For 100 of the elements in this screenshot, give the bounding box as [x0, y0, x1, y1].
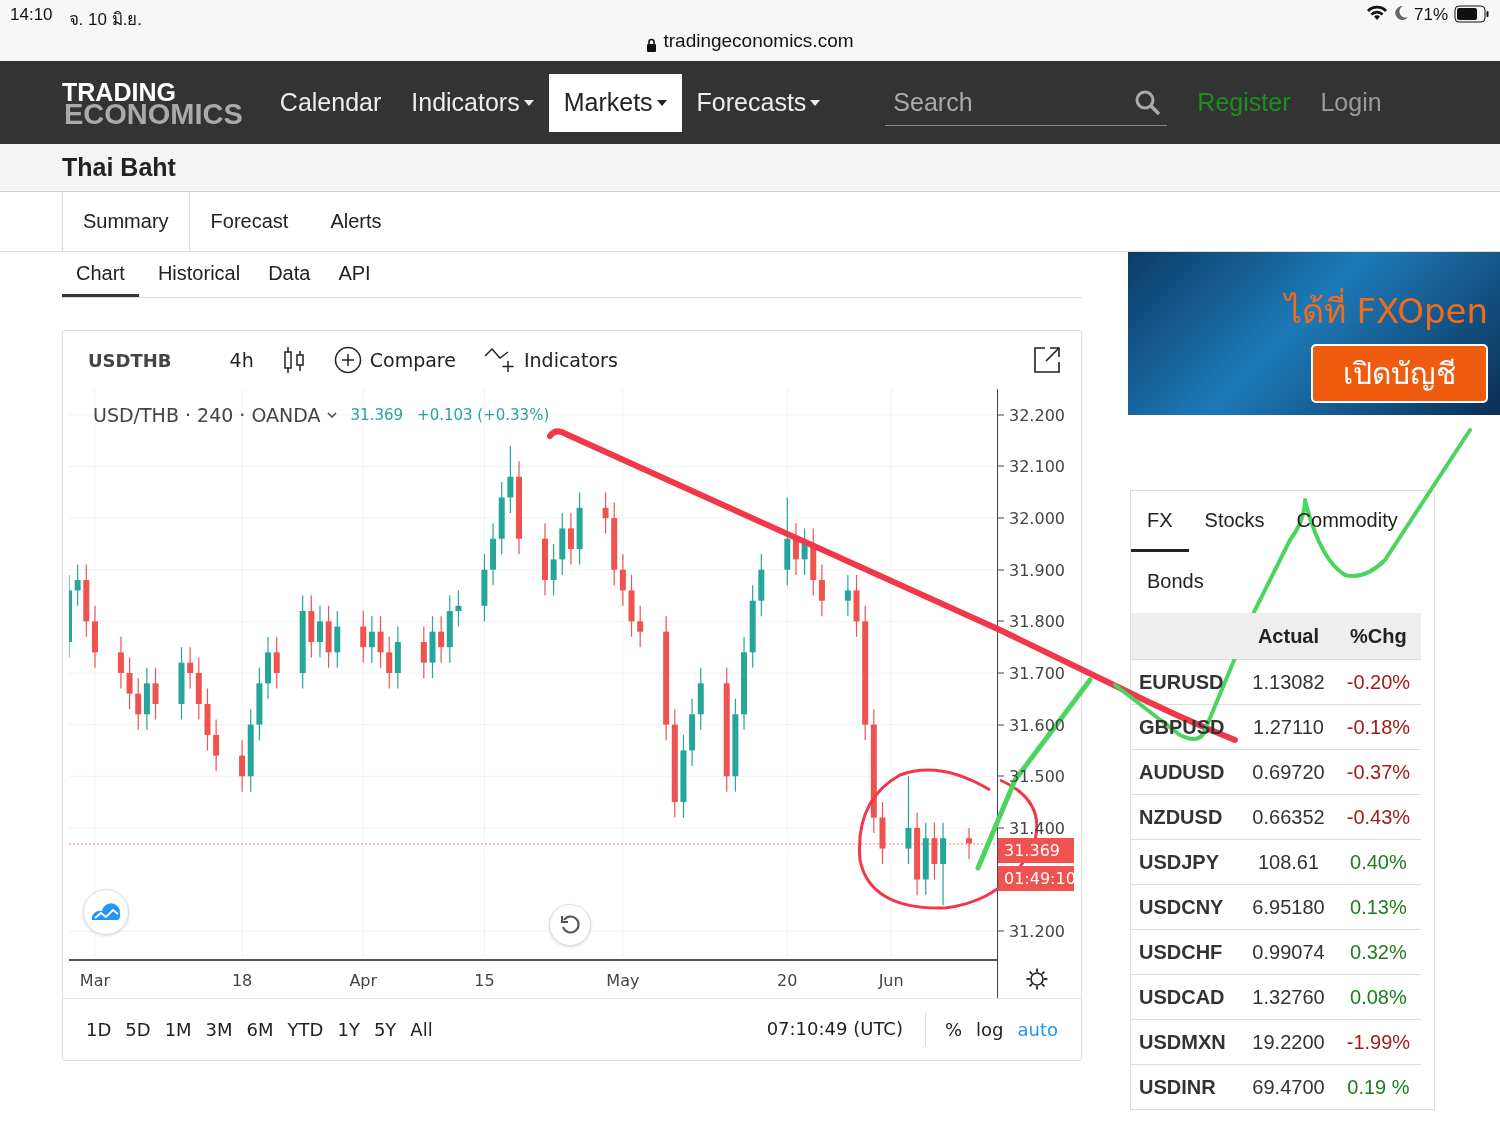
candle: [455, 589, 462, 628]
market-tab[interactable]: Bonds: [1131, 552, 1220, 613]
time-axis-label: Jun: [878, 971, 904, 990]
candle: [420, 625, 427, 679]
candle: [334, 610, 341, 669]
pair-cell[interactable]: USDINR: [1131, 1064, 1242, 1109]
range-button[interactable]: 1D: [79, 1018, 119, 1040]
sub-tab[interactable]: Data: [254, 252, 325, 297]
fullscreen-icon[interactable]: [1033, 346, 1061, 374]
change-cell: -0.37%: [1335, 749, 1421, 795]
indicators-button[interactable]: Indicators: [469, 347, 632, 373]
candle: [758, 553, 765, 617]
price-cell: 1.27110: [1241, 704, 1336, 750]
pair-cell[interactable]: EURUSD: [1131, 659, 1242, 705]
time-axis-label: 20: [777, 971, 798, 990]
nav-menu-item[interactable]: Forecasts: [681, 73, 836, 132]
candle: [117, 636, 124, 690]
sub-tab[interactable]: Chart: [62, 252, 139, 297]
candle: [204, 687, 211, 752]
candle: [879, 801, 886, 865]
search-field[interactable]: Search: [885, 79, 1168, 126]
price-cell: 0.66352: [1241, 794, 1336, 840]
status-date: จ. 10 มิ.ย.: [68, 9, 143, 31]
login-link[interactable]: Login: [1320, 88, 1382, 117]
reset-button[interactable]: [549, 904, 591, 946]
compare-button[interactable]: Compare: [319, 346, 470, 374]
pair-cell[interactable]: USDCHF: [1131, 929, 1242, 975]
candle: [429, 615, 436, 679]
price-cell: 0.99074: [1241, 929, 1336, 975]
pair-cell[interactable]: USDCNY: [1131, 884, 1242, 930]
range-button[interactable]: All: [403, 1018, 440, 1040]
time-axis-label: Apr: [349, 971, 378, 990]
pair-cell[interactable]: USDMXN: [1131, 1019, 1242, 1065]
nav-menu-item[interactable]: Indicators: [396, 73, 549, 132]
pair-cell[interactable]: USDJPY: [1131, 839, 1242, 885]
pair-cell[interactable]: USDCAD: [1131, 974, 1242, 1020]
site-logo[interactable]: TRADING ECONOMICS: [62, 80, 243, 125]
candle: [550, 543, 557, 597]
price-axis-label: 32.100: [998, 456, 1065, 476]
nav-menu-item[interactable]: Markets: [548, 73, 682, 132]
candle: [844, 574, 851, 617]
range-button[interactable]: 3M: [198, 1018, 240, 1040]
section-tab[interactable]: Alerts: [309, 192, 403, 251]
interval-button[interactable]: 4h: [215, 349, 268, 371]
logo-button[interactable]: [83, 889, 129, 935]
settings-icon[interactable]: [1025, 966, 1049, 991]
candle: [377, 615, 384, 669]
price-cell: 6.95180: [1241, 884, 1336, 930]
symbol-button[interactable]: USDTHB: [88, 349, 186, 371]
section-tab[interactable]: Forecast: [189, 192, 310, 251]
sub-tab[interactable]: Historical: [143, 252, 255, 297]
cloud-chart-icon: [90, 902, 122, 922]
pair-cell[interactable]: AUDUSD: [1131, 749, 1242, 795]
price-axis-label: 32.000: [998, 508, 1065, 528]
battery-percent: 71%: [1413, 5, 1448, 25]
time-axis-label: 18: [231, 971, 253, 990]
time-axis-label: 15: [474, 971, 495, 990]
legend-price: 31.369: [350, 406, 404, 424]
column-header: Actual: [1241, 613, 1336, 660]
search-icon[interactable]: [1135, 89, 1162, 116]
candles-icon[interactable]: [281, 346, 306, 374]
ad-headline: ได้ที่ FXOpen: [1284, 284, 1488, 338]
price-cell: 19.2200: [1241, 1019, 1336, 1065]
price-cell: 69.4700: [1241, 1064, 1336, 1109]
symbol-legend[interactable]: USD/THB · 240 · OANDA: [93, 404, 337, 426]
market-tab[interactable]: FX: [1131, 491, 1189, 552]
price-axis-label: 31.200: [998, 921, 1065, 941]
chevron-icon: [326, 412, 337, 418]
candle: [481, 553, 488, 622]
range-button[interactable]: 6M: [239, 1018, 281, 1040]
change-cell: 0.08%: [1335, 974, 1421, 1020]
change-cell: -0.20%: [1335, 659, 1421, 705]
range-button[interactable]: 1M: [157, 1018, 199, 1040]
candle: [507, 445, 514, 514]
section-tab[interactable]: Summary: [62, 192, 190, 251]
sub-tab[interactable]: API: [324, 252, 385, 297]
wifi-icon: [1365, 5, 1388, 21]
pair-cell[interactable]: NZDUSD: [1131, 794, 1242, 840]
plus-circle-icon: [333, 346, 362, 374]
price-cell: 1.32760: [1241, 974, 1336, 1020]
scale-toggle[interactable]: %: [937, 1018, 970, 1040]
candle: [325, 605, 332, 669]
change-cell: -1.99%: [1335, 1019, 1421, 1065]
range-button[interactable]: YTD: [280, 1018, 331, 1040]
candle: [152, 667, 159, 721]
scale-toggle[interactable]: log: [969, 1018, 1011, 1040]
range-button[interactable]: 5Y: [366, 1018, 404, 1040]
nav-menu-item[interactable]: Calendar: [264, 73, 397, 132]
address-bar-url[interactable]: tradingeconomics.com: [663, 30, 854, 52]
change-cell: 0.32%: [1335, 929, 1421, 975]
candle: [637, 605, 644, 648]
utc-clock: 07:10:49 (UTC): [766, 1012, 926, 1046]
range-button[interactable]: 5D: [118, 1018, 158, 1040]
time-axis-label: May: [606, 971, 640, 990]
moon-icon: [1393, 5, 1408, 21]
market-tab[interactable]: Stocks: [1188, 491, 1281, 552]
range-button[interactable]: 1Y: [330, 1018, 367, 1040]
candle: [966, 827, 973, 860]
change-cell: 0.13%: [1335, 884, 1421, 930]
reset-icon: [559, 914, 581, 936]
